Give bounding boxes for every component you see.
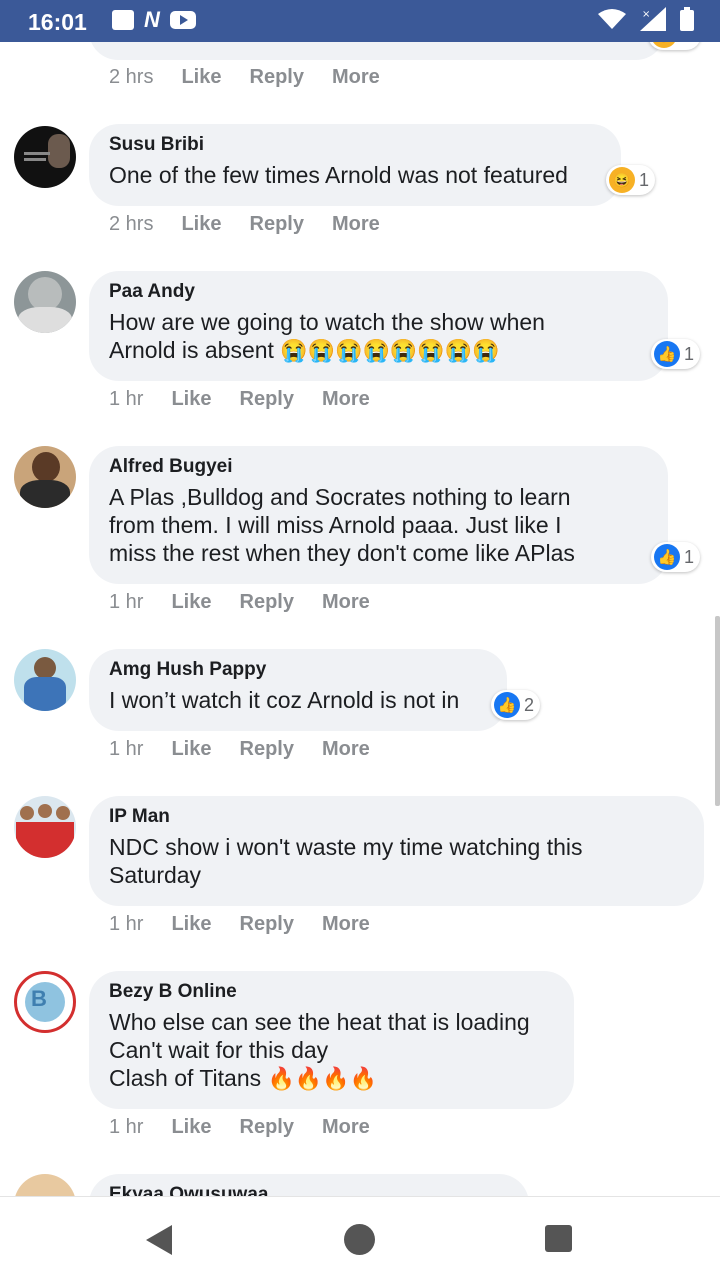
comment-actions: 1 hr Like Reply More — [109, 1116, 398, 1139]
comment-author[interactable]: IP Man — [109, 805, 684, 829]
battery-icon — [680, 7, 694, 31]
avatar[interactable] — [14, 1174, 76, 1196]
comment-bubble: Ekyaa Owusuwaa — [89, 1174, 529, 1196]
comment-time: 2 hrs — [109, 213, 154, 235]
comment-actions: 1 hr Like Reply More — [109, 388, 398, 411]
comment-bubble: Amg Hush Pappy I won’t watch it coz Arno… — [89, 649, 507, 731]
reply-link[interactable]: Reply — [240, 913, 294, 936]
comment-text: One of the few times Arnold was not feat… — [109, 162, 568, 188]
comment-time: 1 hr — [109, 591, 144, 613]
thumbs-up-icon: 👍 — [654, 544, 680, 570]
crying-face-emojis: 😭😭😭😭😭😭😭😭 — [280, 338, 500, 363]
recent-apps-square-icon[interactable] — [545, 1225, 572, 1252]
comment-time: 1 hr — [109, 1116, 144, 1138]
avatar[interactable] — [14, 796, 76, 858]
comment-author[interactable]: Bezy B Online — [109, 980, 554, 1004]
home-circle-icon[interactable] — [344, 1224, 375, 1255]
reply-link[interactable]: Reply — [250, 213, 304, 236]
avatar[interactable] — [14, 126, 76, 188]
like-link[interactable]: Like — [171, 1116, 211, 1139]
more-link[interactable]: More — [322, 913, 370, 936]
more-link[interactable]: More — [322, 1116, 370, 1139]
wifi-icon — [598, 9, 626, 29]
comment-bubble: Paa Andy How are we going to watch the s… — [89, 271, 668, 381]
status-bar: 16:01 N × — [0, 0, 720, 42]
comment-time: 2 hrs — [109, 66, 154, 88]
comment-author[interactable]: Amg Hush Pappy — [109, 658, 487, 682]
reply-link[interactable]: Reply — [240, 1116, 294, 1139]
more-link[interactable]: More — [332, 66, 380, 89]
more-link[interactable]: More — [332, 213, 380, 236]
comment-time: 1 hr — [109, 738, 144, 760]
reply-link[interactable]: Reply — [240, 388, 294, 411]
comment-author[interactable]: Alfred Bugyei — [109, 455, 648, 479]
avatar[interactable] — [14, 649, 76, 711]
reply-link[interactable]: Reply — [240, 591, 294, 614]
comment-text: A Plas ,Bulldog and Socrates nothing to … — [109, 484, 575, 566]
n-app-icon: N — [144, 7, 160, 32]
comment-actions: 1 hr Like Reply More — [109, 738, 398, 761]
comment-actions: 2 hrs Like Reply More — [109, 213, 408, 236]
reaction-summary[interactable]: 👍 1 — [651, 542, 701, 572]
comment-bubble: Bezy B Online Who else can see the heat … — [89, 971, 574, 1109]
youtube-icon — [169, 11, 196, 29]
like-link[interactable]: Like — [171, 913, 211, 936]
navigation-bar — [0, 1196, 720, 1281]
comment-author[interactable]: Ekyaa Owusuwaa — [109, 1183, 509, 1196]
avatar[interactable]: B — [14, 971, 76, 1033]
laughing-face-icon: 😆 — [651, 42, 677, 48]
thumbs-up-icon: 👍 — [494, 692, 520, 718]
comment-author[interactable]: Susu Bribi — [109, 133, 601, 157]
comment-time: 1 hr — [109, 388, 144, 410]
reaction-count: 1 — [684, 546, 695, 567]
reaction-count: 2 — [524, 694, 535, 715]
like-link[interactable]: Like — [171, 388, 211, 411]
avatar[interactable] — [14, 446, 76, 508]
comment-text: I won’t watch it coz Arnold is not in — [109, 687, 460, 713]
like-link[interactable]: Like — [181, 66, 221, 89]
comment-bubble: IP Man NDC show i won't waste my time wa… — [89, 796, 704, 906]
avatar[interactable] — [14, 271, 76, 333]
reply-link[interactable]: Reply — [250, 66, 304, 89]
status-time: 16:01 — [28, 9, 87, 35]
more-link[interactable]: More — [322, 591, 370, 614]
comment-author[interactable]: Paa Andy — [109, 280, 648, 304]
back-triangle-icon[interactable] — [146, 1225, 172, 1255]
reaction-summary[interactable]: 👍 2 — [491, 690, 541, 720]
more-link[interactable]: More — [322, 738, 370, 761]
scrollbar[interactable] — [715, 616, 720, 806]
reply-link[interactable]: Reply — [240, 738, 294, 761]
like-link[interactable]: Like — [171, 591, 211, 614]
thumbs-up-icon: 👍 — [654, 341, 680, 367]
reaction-summary[interactable]: 👍 1 — [651, 339, 701, 369]
comment-time: 1 hr — [109, 913, 144, 935]
reaction-summary[interactable]: 😆 1 — [606, 165, 656, 195]
cell-signal-icon: × — [640, 7, 666, 31]
like-link[interactable]: Like — [171, 738, 211, 761]
like-link[interactable]: Like — [181, 213, 221, 236]
comments-feed[interactable]: 😆 2 hrs Like Reply More Susu Bribi One o… — [0, 42, 720, 1196]
comment-actions: 1 hr Like Reply More — [109, 591, 398, 614]
reaction-count: 1 — [639, 169, 650, 190]
fire-emojis: 🔥🔥🔥🔥 — [267, 1066, 378, 1091]
comment-bubble: Susu Bribi One of the few times Arnold w… — [89, 124, 621, 206]
comment-actions: 2 hrs Like Reply More — [109, 66, 408, 89]
reaction-count: 1 — [684, 343, 695, 364]
svg-text:×: × — [642, 9, 650, 20]
gallery-icon — [112, 10, 134, 30]
more-link[interactable]: More — [322, 388, 370, 411]
laughing-face-icon: 😆 — [609, 167, 635, 193]
comment-text: NDC show i won't waste my time watching … — [109, 834, 583, 888]
comment-bubble: Alfred Bugyei A Plas ,Bulldog and Socrat… — [89, 446, 668, 584]
comment-bubble — [89, 42, 665, 60]
comment-actions: 1 hr Like Reply More — [109, 913, 398, 936]
